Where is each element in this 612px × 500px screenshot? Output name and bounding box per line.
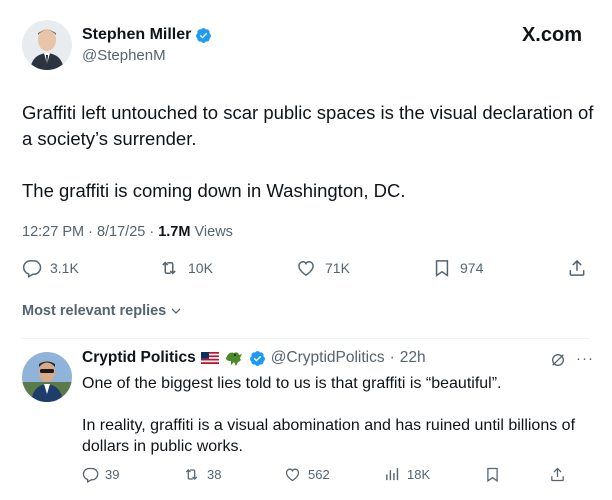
bookmark-count: 974	[460, 260, 484, 276]
tweet-paragraph: Graffiti left untouched to scar public s…	[22, 102, 594, 149]
tweet-timestamp[interactable]: 12:27 PM · 8/17/25 ·	[22, 224, 158, 240]
reply-icon	[22, 260, 42, 278]
repost-count: 10K	[188, 260, 213, 276]
reply-bookmark-button[interactable]	[484, 466, 501, 483]
reply-reply-button[interactable]: 39	[82, 466, 119, 483]
like-icon	[285, 468, 300, 482]
reply-repost-count: 38	[207, 467, 222, 482]
like-count: 71K	[325, 260, 350, 276]
author-name[interactable]: Stephen Miller	[82, 26, 212, 44]
like-icon	[298, 260, 314, 276]
reply-author-handle[interactable]: @CryptidPolitics	[271, 349, 385, 367]
tweet-meta: 12:27 PM · 8/17/25 · 1.7M Views	[22, 224, 233, 240]
reply-text: One of the biggest lies told to us is th…	[82, 373, 587, 457]
reply-count: 3.1K	[50, 260, 79, 276]
reply-timestamp[interactable]: 22h	[400, 349, 426, 367]
x-logo: X.com	[521, 24, 582, 46]
tweet-paragraph: The graffiti is coming down in Washingto…	[22, 180, 406, 201]
reply-author-name[interactable]: Cryptid Politics	[82, 349, 196, 367]
separator-dot: ·	[389, 349, 395, 366]
grok-icon	[552, 354, 564, 366]
reply-paragraph: One of the biggest lies told to us is th…	[82, 375, 502, 392]
views-count: 1.7M	[158, 224, 191, 240]
reply-icon	[82, 467, 99, 483]
reply-share-button[interactable]	[549, 466, 566, 483]
verified-badge-icon	[196, 27, 212, 43]
share-button[interactable]	[567, 258, 587, 278]
author-name-text[interactable]: Stephen Miller	[82, 26, 191, 44]
reply-repost-button[interactable]: 38	[182, 466, 221, 483]
grok-button[interactable]	[550, 352, 566, 373]
reply-views-count: 18K	[407, 467, 431, 482]
tweet-text: Graffiti left untouched to scar public s…	[22, 100, 597, 204]
replies-sort-dropdown[interactable]: Most relevant replies	[22, 303, 182, 319]
share-icon	[569, 259, 585, 276]
verified-badge-icon	[249, 350, 265, 366]
author-avatar[interactable]	[22, 20, 72, 70]
like-button[interactable]: 71K	[295, 258, 350, 278]
reply-paragraph: In reality, graffiti is a visual abomina…	[82, 417, 576, 455]
share-icon	[551, 467, 564, 482]
repost-icon	[162, 261, 176, 275]
views-icon	[386, 468, 399, 481]
reply-like-count: 562	[308, 467, 330, 482]
reply-header: Cryptid Politics @CryptidPolitics · 22h	[82, 349, 426, 367]
reply-views-button[interactable]: 18K	[384, 466, 430, 483]
reply-button[interactable]: 3.1K	[22, 258, 79, 278]
us-flag-icon	[200, 352, 219, 364]
replies-sort-label: Most relevant replies	[22, 303, 167, 319]
author-handle[interactable]: @StephenM	[82, 47, 166, 64]
alligator-emoji-icon	[225, 352, 242, 366]
more-icon[interactable]: ···	[576, 350, 594, 367]
reply-like-button[interactable]: 562	[283, 466, 330, 483]
divider	[22, 338, 590, 339]
reply-avatar[interactable]	[22, 352, 72, 402]
bookmark-icon	[435, 260, 449, 277]
views-label: Views	[190, 224, 233, 240]
bookmark-icon	[487, 467, 498, 483]
repost-button[interactable]: 10K	[158, 258, 213, 278]
reply-reply-count: 39	[105, 467, 120, 482]
bookmark-button[interactable]: 974	[432, 258, 483, 278]
repost-icon	[185, 468, 198, 481]
chevron-down-icon	[171, 308, 181, 314]
